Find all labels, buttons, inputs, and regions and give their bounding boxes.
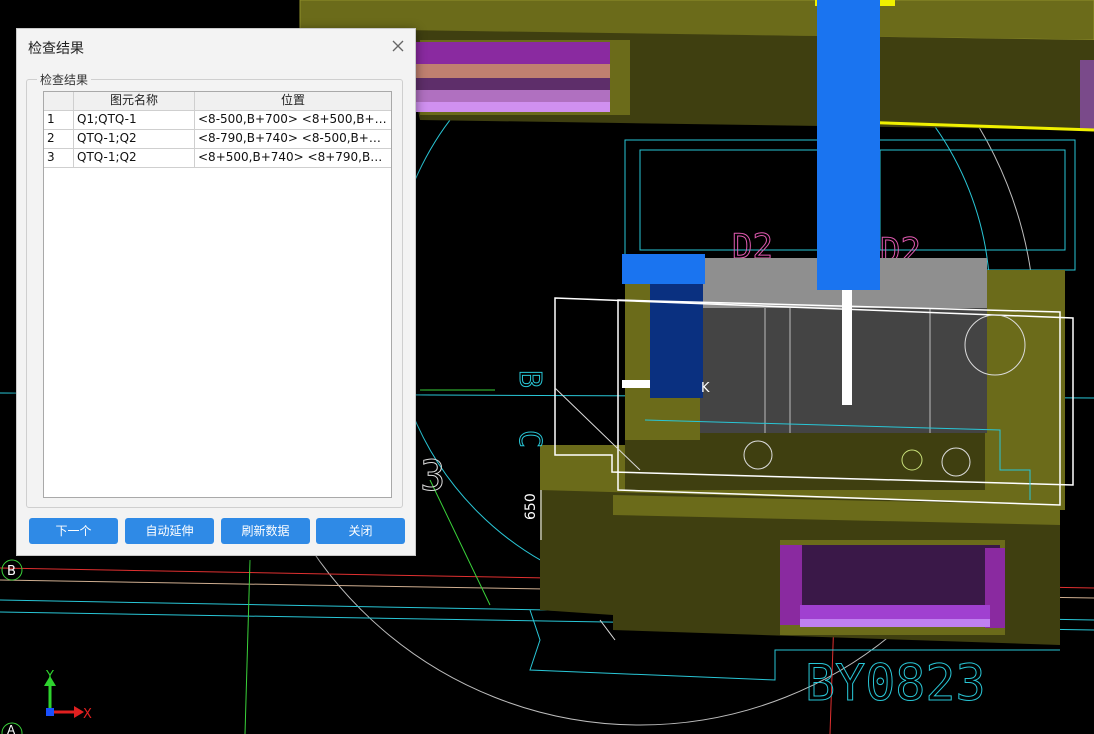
row-position: <8+500,B+740> <8+790,B+74... [198, 150, 391, 164]
row-name: QTQ-1;Q2 [74, 149, 195, 167]
blue-column [817, 0, 880, 290]
tan-stripe [405, 64, 610, 78]
table-row[interactable]: 1 Q1;QTQ-1 <8-500,B+700> <8+500,B+700... [44, 111, 391, 130]
group-label: 检查结果 [37, 71, 92, 88]
purple-stripe-light [405, 90, 610, 102]
dimension-650: 650 [523, 493, 539, 520]
results-table[interactable]: 图元名称 位置 1 Q1;QTQ-1 <8-500,B+700> <8+500,… [43, 91, 392, 498]
lower-panel-stripe [800, 605, 990, 619]
purple-stripe-lighter [405, 102, 610, 112]
white-tick [622, 380, 650, 388]
stamp-by0823: BY0823 [805, 654, 986, 712]
wall-outline-text: B [512, 370, 547, 388]
white-rod [842, 290, 852, 405]
close-button[interactable]: 关闭 [316, 518, 405, 544]
outline-number: 3 [420, 451, 445, 500]
auto-extend-button[interactable]: 自动延伸 [125, 518, 214, 544]
check-results-dialog: 检查结果 检查结果 图元名称 位置 1 Q1;QTQ-1 <8-500,B+70… [16, 28, 416, 556]
refresh-data-button[interactable]: 刷新数据 [221, 518, 310, 544]
purple-stripe-dark [405, 78, 610, 90]
row-index: 2 [44, 130, 74, 148]
table-row[interactable]: 2 QTQ-1;Q2 <8-790,B+740> <8-500,B+740... [44, 130, 391, 149]
close-icon[interactable] [390, 38, 406, 54]
purple-edge [1080, 60, 1094, 130]
column-header-position[interactable]: 位置 [195, 92, 391, 110]
column-header-name[interactable]: 图元名称 [74, 92, 195, 110]
results-group: 检查结果 图元名称 位置 1 Q1;QTQ-1 <8-500,B+700> <8… [26, 71, 403, 508]
wall-right [985, 270, 1065, 510]
lower-panel-left [780, 545, 802, 625]
grid-bubble-b-label: B [7, 564, 16, 579]
row-name: QTQ-1;Q2 [74, 130, 195, 148]
lower-panel-stripe-2 [800, 619, 990, 627]
column-header-index[interactable] [44, 92, 74, 110]
grid-bubble-a-label: A [7, 723, 16, 734]
axis-x-label: X [83, 707, 92, 722]
row-name: Q1;QTQ-1 [74, 111, 195, 129]
purple-stripe [405, 42, 610, 64]
axis-origin [46, 708, 54, 716]
dialog-title: 检查结果 [28, 41, 84, 57]
button-bar: 下一个 自动延伸 刷新数据 关闭 [29, 518, 405, 544]
table-header: 图元名称 位置 [44, 92, 391, 111]
mark-k: K [701, 381, 710, 396]
next-button[interactable]: 下一个 [29, 518, 118, 544]
axis-y-label: Y [45, 669, 54, 684]
wall-outline-text-2: C [512, 430, 547, 448]
row-position: <8-500,B+700> <8+500,B+700... [198, 112, 391, 126]
blue-block [622, 254, 705, 284]
table-row[interactable]: 3 QTQ-1;Q2 <8+500,B+740> <8+790,B+74... [44, 149, 391, 168]
row-index: 1 [44, 111, 74, 129]
row-position: <8-790,B+740> <8-500,B+740... [198, 131, 391, 145]
row-index: 3 [44, 149, 74, 167]
